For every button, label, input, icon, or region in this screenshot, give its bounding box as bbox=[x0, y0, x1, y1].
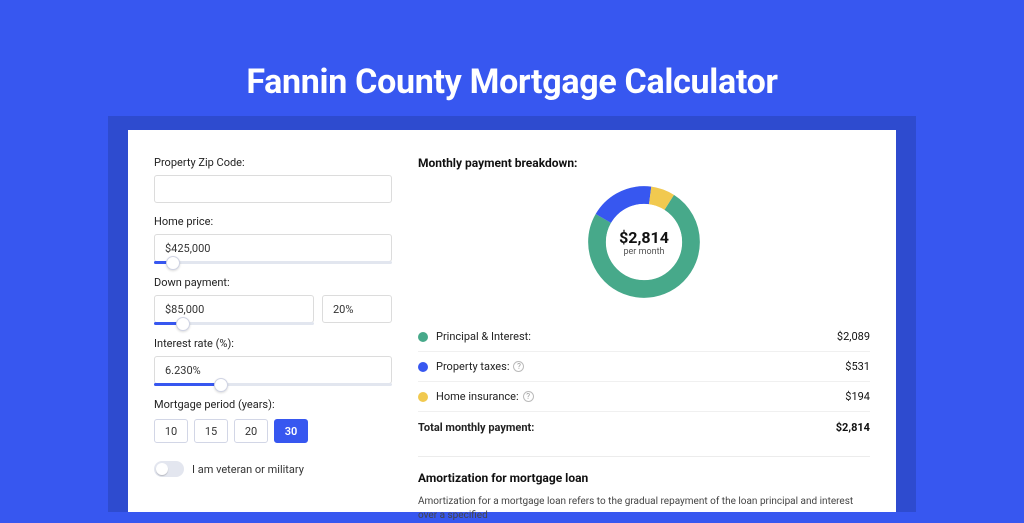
amortization-text: Amortization for a mortgage loan refers … bbox=[418, 495, 870, 523]
interest-slider-fill bbox=[154, 383, 221, 386]
amortization-heading: Amortization for mortgage loan bbox=[418, 471, 870, 485]
breakdown-legend: Principal & Interest: $2,089 Property taxe… bbox=[418, 322, 870, 442]
breakdown-heading: Monthly payment breakdown: bbox=[418, 156, 870, 170]
legend-total-row: Total monthly payment: $2,814 bbox=[418, 412, 870, 442]
breakdown-donut: $2,814 per month bbox=[582, 180, 706, 304]
interest-slider-handle[interactable] bbox=[214, 378, 228, 392]
page-title: Fannin County Mortgage Calculator bbox=[0, 0, 1024, 102]
legend-total-amount: $2,814 bbox=[836, 421, 870, 434]
interest-input[interactable] bbox=[154, 356, 392, 384]
home-price-label: Home price: bbox=[154, 215, 392, 228]
donut-center-sub: per month bbox=[623, 247, 664, 257]
down-payment-pct-input[interactable] bbox=[322, 295, 392, 323]
period-option-15[interactable]: 15 bbox=[194, 419, 228, 443]
legend-row-0: Principal & Interest: $2,089 bbox=[418, 322, 870, 352]
legend-dot-2 bbox=[418, 392, 428, 402]
period-option-10[interactable]: 10 bbox=[154, 419, 188, 443]
donut-center-value: $2,814 bbox=[619, 228, 669, 247]
down-payment-slider-handle[interactable] bbox=[176, 317, 190, 331]
period-segmented: 10152030 bbox=[154, 419, 392, 443]
legend-amount-1: $531 bbox=[845, 360, 870, 373]
veteran-label: I am veteran or military bbox=[192, 463, 304, 476]
interest-label: Interest rate (%): bbox=[154, 337, 392, 350]
down-payment-label: Down payment: bbox=[154, 276, 392, 289]
veteran-toggle-knob bbox=[156, 463, 168, 475]
breakdown-column: Monthly payment breakdown: $2,814 per mo… bbox=[418, 150, 870, 492]
legend-label-0: Principal & Interest: bbox=[436, 330, 531, 343]
home-price-slider[interactable] bbox=[154, 261, 392, 264]
help-icon[interactable]: ? bbox=[513, 361, 524, 372]
veteran-toggle[interactable] bbox=[154, 461, 184, 477]
zip-label: Property Zip Code: bbox=[154, 156, 392, 169]
legend-amount-0: $2,089 bbox=[837, 330, 870, 343]
legend-amount-2: $194 bbox=[845, 390, 870, 403]
legend-row-1: Property taxes:? $531 bbox=[418, 352, 870, 382]
zip-input[interactable] bbox=[154, 175, 392, 203]
home-price-slider-handle[interactable] bbox=[166, 256, 180, 270]
legend-label-2: Home insurance: bbox=[436, 390, 519, 403]
legend-label-1: Property taxes: bbox=[436, 360, 509, 373]
down-payment-slider[interactable] bbox=[154, 322, 314, 325]
legend-total-label: Total monthly payment: bbox=[418, 421, 534, 434]
legend-dot-0 bbox=[418, 332, 428, 342]
period-label: Mortgage period (years): bbox=[154, 398, 392, 411]
period-option-20[interactable]: 20 bbox=[234, 419, 268, 443]
legend-row-2: Home insurance:? $194 bbox=[418, 382, 870, 412]
calculator-panel: Property Zip Code: Home price: Down paym… bbox=[128, 130, 896, 512]
home-price-input[interactable] bbox=[154, 234, 392, 262]
help-icon[interactable]: ? bbox=[523, 391, 534, 402]
form-column: Property Zip Code: Home price: Down paym… bbox=[154, 150, 392, 492]
amortization-section: Amortization for mortgage loan Amortizat… bbox=[418, 456, 870, 523]
period-option-30[interactable]: 30 bbox=[274, 419, 308, 443]
interest-slider[interactable] bbox=[154, 383, 392, 386]
legend-dot-1 bbox=[418, 362, 428, 372]
